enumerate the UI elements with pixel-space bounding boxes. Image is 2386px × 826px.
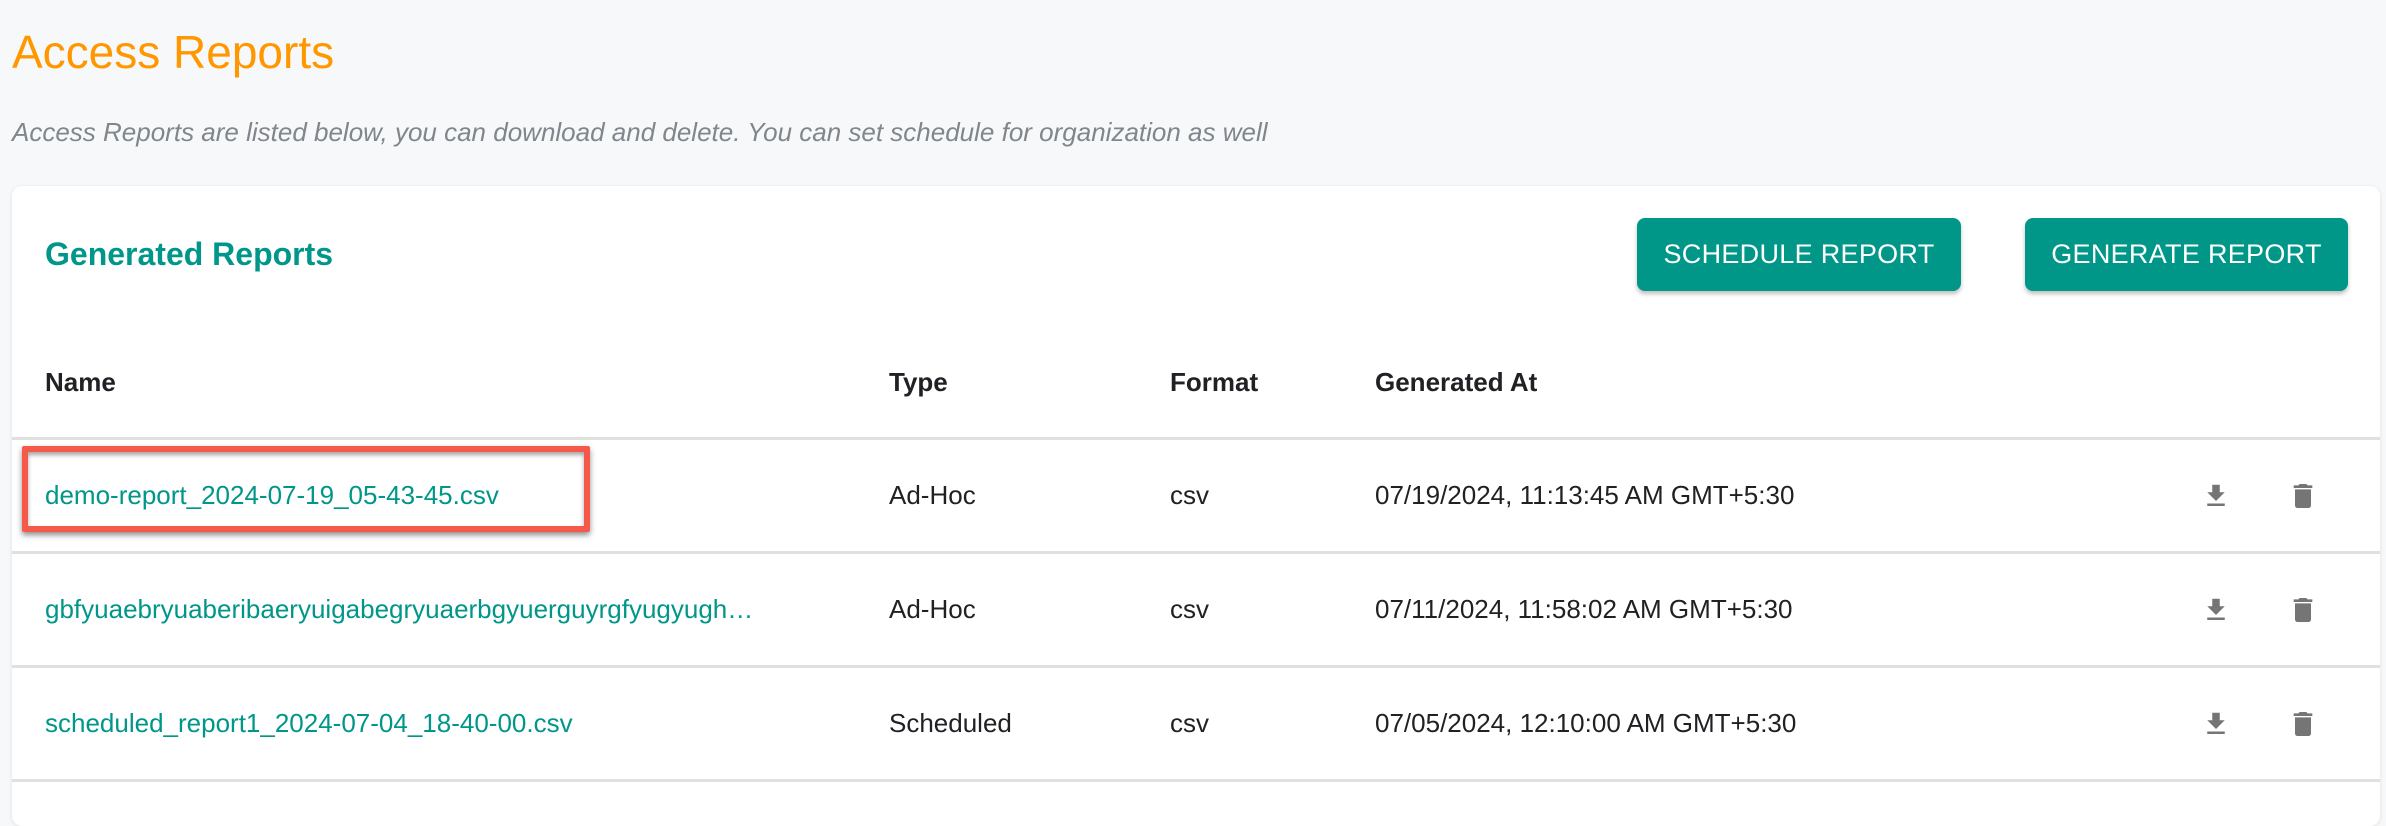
delete-button[interactable] xyxy=(2281,702,2325,746)
schedule-report-button[interactable]: SCHEDULE REPORT xyxy=(1637,218,1961,291)
report-format: csv xyxy=(1170,708,1209,738)
download-button[interactable] xyxy=(2194,474,2238,518)
report-format: csv xyxy=(1170,594,1209,624)
report-generated-at: 07/05/2024, 12:10:00 AM GMT+5:30 xyxy=(1375,708,1797,738)
table-row: gbfyuaebryuaberibaeryuigabegryuaerbgyuer… xyxy=(12,554,2380,668)
delete-button[interactable] xyxy=(2281,588,2325,632)
page-title: Access Reports xyxy=(12,26,335,78)
report-generated-at: 07/11/2024, 11:58:02 AM GMT+5:30 xyxy=(1375,594,1793,624)
report-generated-at: 07/19/2024, 11:13:45 AM GMT+5:30 xyxy=(1375,480,1795,510)
column-header-format: Format xyxy=(1170,366,1259,397)
download-icon xyxy=(2207,484,2225,506)
page-subtitle: Access Reports are listed below, you can… xyxy=(12,117,1268,147)
column-header-name: Name xyxy=(45,366,116,397)
card-title: Generated Reports xyxy=(45,236,334,272)
download-icon xyxy=(2207,598,2225,620)
table-row: scheduled_report1_2024-07-04_18-40-00.cs… xyxy=(12,668,2380,782)
download-button[interactable] xyxy=(2194,588,2238,632)
download-icon xyxy=(2207,712,2225,734)
generated-reports-card: Generated Reports SCHEDULE REPORT GENERA… xyxy=(12,186,2380,826)
reports-table: Name Type Format Generated At demo-repor… xyxy=(12,321,2380,782)
report-type: Scheduled xyxy=(889,708,1012,738)
column-header-generated-at: Generated At xyxy=(1375,366,1538,397)
report-name-link[interactable]: scheduled_report1_2024-07-04_18-40-00.cs… xyxy=(45,708,573,739)
delete-icon xyxy=(2293,597,2313,622)
report-name-link[interactable]: gbfyuaebryuaberibaeryuigabegryuaerbgyuer… xyxy=(45,594,753,625)
download-button[interactable] xyxy=(2194,702,2238,746)
report-type: Ad-Hoc xyxy=(889,480,976,510)
table-header: Name Type Format Generated At xyxy=(12,321,2380,440)
delete-icon xyxy=(2293,483,2313,508)
delete-icon xyxy=(2293,711,2313,736)
delete-button[interactable] xyxy=(2281,474,2325,518)
report-format: csv xyxy=(1170,480,1209,510)
table-row: demo-report_2024-07-19_05-43-45.csv Ad-H… xyxy=(12,440,2380,554)
report-type: Ad-Hoc xyxy=(889,594,976,624)
generate-report-button[interactable]: GENERATE REPORT xyxy=(2025,218,2348,291)
report-name-link[interactable]: demo-report_2024-07-19_05-43-45.csv xyxy=(45,480,499,511)
column-header-type: Type xyxy=(889,366,948,397)
